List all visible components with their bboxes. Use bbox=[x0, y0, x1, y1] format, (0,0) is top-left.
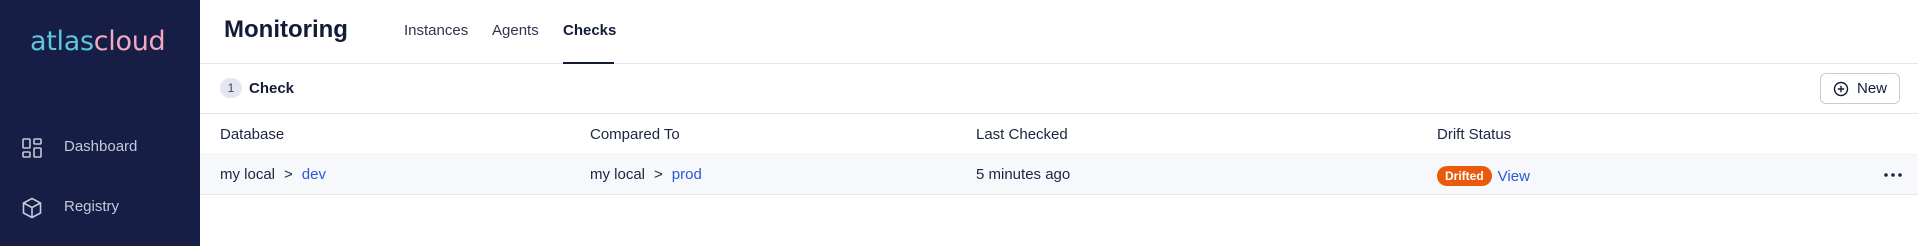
page-title: Monitoring bbox=[224, 16, 348, 43]
count-badge: 1 bbox=[220, 78, 242, 98]
checks-table: Database Compared To Last Checked Drift … bbox=[200, 114, 1918, 195]
column-header-last-checked: Last Checked bbox=[976, 126, 1068, 143]
table-row[interactable]: my local > dev my local > prod 5 minutes ago… bbox=[200, 154, 1918, 195]
table-header: Database Compared To Last Checked Drift … bbox=[200, 114, 1918, 154]
more-options-icon[interactable] bbox=[1882, 165, 1904, 185]
new-button-label: New bbox=[1857, 80, 1888, 97]
separator: > bbox=[654, 166, 663, 183]
column-header-database: Database bbox=[220, 126, 285, 143]
database-source: my local bbox=[220, 166, 276, 183]
compared-source: my local bbox=[590, 166, 646, 183]
atlascloud-logo[interactable]: atlascloud bbox=[30, 24, 166, 60]
logo-part-cloud: cloud bbox=[93, 26, 166, 57]
tab-instances[interactable]: Instances bbox=[404, 22, 468, 64]
compared-target-link[interactable]: prod bbox=[672, 166, 702, 183]
compared-to-cell: my local > prod bbox=[590, 166, 702, 183]
logo-part-atlas: atlas bbox=[30, 26, 94, 57]
cube-icon bbox=[20, 196, 44, 220]
tab-agents[interactable]: Agents bbox=[492, 22, 539, 64]
sidebar: atlascloud Dashboard Registry bbox=[0, 0, 200, 246]
sidebar-item-label: Dashboard bbox=[64, 138, 138, 155]
separator: > bbox=[284, 166, 293, 183]
column-header-compared-to: Compared To bbox=[590, 126, 680, 143]
sidebar-item-registry[interactable]: Registry bbox=[0, 185, 200, 229]
tab-checks[interactable]: Checks bbox=[563, 22, 616, 64]
database-target-link[interactable]: dev bbox=[302, 166, 326, 183]
view-link[interactable]: View bbox=[1498, 168, 1530, 185]
sidebar-item-label: Registry bbox=[64, 198, 120, 215]
column-header-drift-status: Drift Status bbox=[1437, 126, 1512, 143]
checks-toolbar: 1 Check New bbox=[200, 65, 1918, 114]
drift-status-cell: Drifted View bbox=[1437, 166, 1530, 186]
drift-status-badge: Drifted bbox=[1437, 166, 1492, 186]
dashboard-grid-icon bbox=[20, 136, 44, 160]
sidebar-item-dashboard[interactable]: Dashboard bbox=[0, 125, 200, 169]
count-label: Check bbox=[249, 80, 295, 97]
last-checked-cell: 5 minutes ago bbox=[976, 166, 1071, 183]
database-cell: my local > dev bbox=[220, 166, 326, 183]
plus-circle-icon bbox=[1833, 81, 1849, 97]
new-check-button[interactable]: New bbox=[1820, 73, 1900, 104]
page-header: Monitoring Instances Agents Checks bbox=[200, 0, 1918, 64]
